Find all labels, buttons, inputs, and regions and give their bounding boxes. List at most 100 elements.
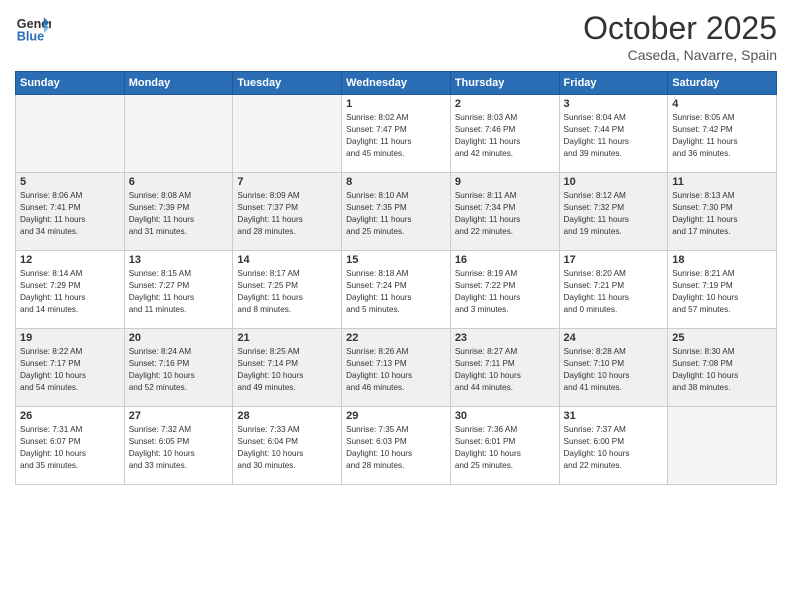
day-info: Sunrise: 8:17 AM Sunset: 7:25 PM Dayligh… xyxy=(237,268,337,316)
day-number: 20 xyxy=(129,332,229,344)
weekday-header-wednesday: Wednesday xyxy=(342,72,451,95)
day-info: Sunrise: 7:35 AM Sunset: 6:03 PM Dayligh… xyxy=(346,424,446,472)
day-info: Sunrise: 8:03 AM Sunset: 7:46 PM Dayligh… xyxy=(455,112,555,160)
day-info: Sunrise: 8:20 AM Sunset: 7:21 PM Dayligh… xyxy=(564,268,664,316)
day-info: Sunrise: 7:31 AM Sunset: 6:07 PM Dayligh… xyxy=(20,424,120,472)
calendar-cell: 15Sunrise: 8:18 AM Sunset: 7:24 PM Dayli… xyxy=(342,251,451,329)
day-info: Sunrise: 8:24 AM Sunset: 7:16 PM Dayligh… xyxy=(129,346,229,394)
week-row-4: 26 Sunrise: 7:31 AM Sunset: 6:07 PM Dayli… xyxy=(16,407,777,485)
day-info: Sunrise: 8:14 AM Sunset: 7:29 PM Dayligh… xyxy=(20,268,120,316)
calendar-cell: 14 Sunrise: 8:17 AM Sunset: 7:25 PM Dayli… xyxy=(233,251,342,329)
svg-text:Blue: Blue xyxy=(17,30,44,44)
day-number: 29 xyxy=(346,410,446,422)
header: General Blue October 2025 Caseda, Navarr… xyxy=(15,10,777,63)
calendar-cell: 8Sunrise: 8:10 AM Sunset: 7:35 PM Daylig… xyxy=(342,173,451,251)
day-number: 7 xyxy=(237,176,337,188)
day-info: Sunrise: 8:12 AM Sunset: 7:32 PM Dayligh… xyxy=(564,190,664,238)
calendar-cell: 28Sunrise: 7:33 AM Sunset: 6:04 PM Dayli… xyxy=(233,407,342,485)
day-info: Sunrise: 7:36 AM Sunset: 6:01 PM Dayligh… xyxy=(455,424,555,472)
day-info: Sunrise: 7:37 AM Sunset: 6:00 PM Dayligh… xyxy=(564,424,664,472)
day-info: Sunrise: 7:32 AM Sunset: 6:05 PM Dayligh… xyxy=(129,424,229,472)
day-number: 12 xyxy=(20,254,120,266)
logo: General Blue xyxy=(15,10,51,46)
day-number: 3 xyxy=(564,98,664,110)
calendar-cell xyxy=(124,95,233,173)
calendar-cell: 26 Sunrise: 7:31 AM Sunset: 6:07 PM Dayli… xyxy=(16,407,125,485)
day-info: Sunrise: 8:25 AM Sunset: 7:14 PM Dayligh… xyxy=(237,346,337,394)
calendar-cell: 19Sunrise: 8:22 AM Sunset: 7:17 PM Dayli… xyxy=(16,329,125,407)
calendar-cell: 22 Sunrise: 8:26 AM Sunset: 7:13 PM Dayli… xyxy=(342,329,451,407)
day-number: 5 xyxy=(20,176,120,188)
day-info: Sunrise: 8:30 AM Sunset: 7:08 PM Dayligh… xyxy=(672,346,772,394)
calendar-cell: 23Sunrise: 8:27 AM Sunset: 7:11 PM Dayli… xyxy=(450,329,559,407)
day-number: 8 xyxy=(346,176,446,188)
day-info: Sunrise: 8:04 AM Sunset: 7:44 PM Dayligh… xyxy=(564,112,664,160)
calendar-cell: 31 Sunrise: 7:37 AM Sunset: 6:00 PM Dayli… xyxy=(559,407,668,485)
day-number: 31 xyxy=(564,410,664,422)
day-number: 1 xyxy=(346,98,446,110)
calendar-table: SundayMondayTuesdayWednesdayThursdayFrid… xyxy=(15,71,777,485)
day-number: 14 xyxy=(237,254,337,266)
week-row-0: 1 Sunrise: 8:02 AM Sunset: 7:47 PM Daylig… xyxy=(16,95,777,173)
calendar-cell xyxy=(233,95,342,173)
weekday-header-saturday: Saturday xyxy=(668,72,777,95)
day-number: 17 xyxy=(564,254,664,266)
day-info: Sunrise: 8:21 AM Sunset: 7:19 PM Dayligh… xyxy=(672,268,772,316)
day-number: 18 xyxy=(672,254,772,266)
calendar-cell: 12 Sunrise: 8:14 AM Sunset: 7:29 PM Dayli… xyxy=(16,251,125,329)
weekday-header-sunday: Sunday xyxy=(16,72,125,95)
calendar-cell xyxy=(668,407,777,485)
weekday-header-thursday: Thursday xyxy=(450,72,559,95)
calendar-cell: 5 Sunrise: 8:06 AM Sunset: 7:41 PM Daylig… xyxy=(16,173,125,251)
calendar-cell: 25 Sunrise: 8:30 AM Sunset: 7:08 PM Dayli… xyxy=(668,329,777,407)
day-info: Sunrise: 8:26 AM Sunset: 7:13 PM Dayligh… xyxy=(346,346,446,394)
weekday-header-friday: Friday xyxy=(559,72,668,95)
day-info: Sunrise: 8:05 AM Sunset: 7:42 PM Dayligh… xyxy=(672,112,772,160)
month-title: October 2025 xyxy=(583,10,777,47)
calendar-cell: 7 Sunrise: 8:09 AM Sunset: 7:37 PM Daylig… xyxy=(233,173,342,251)
day-info: Sunrise: 7:33 AM Sunset: 6:04 PM Dayligh… xyxy=(237,424,337,472)
day-number: 27 xyxy=(129,410,229,422)
day-info: Sunrise: 8:19 AM Sunset: 7:22 PM Dayligh… xyxy=(455,268,555,316)
logo-icon: General Blue xyxy=(15,10,51,46)
day-info: Sunrise: 8:11 AM Sunset: 7:34 PM Dayligh… xyxy=(455,190,555,238)
calendar-cell: 4 Sunrise: 8:05 AM Sunset: 7:42 PM Daylig… xyxy=(668,95,777,173)
week-row-1: 5 Sunrise: 8:06 AM Sunset: 7:41 PM Daylig… xyxy=(16,173,777,251)
day-info: Sunrise: 8:06 AM Sunset: 7:41 PM Dayligh… xyxy=(20,190,120,238)
day-number: 21 xyxy=(237,332,337,344)
weekday-header-row: SundayMondayTuesdayWednesdayThursdayFrid… xyxy=(16,72,777,95)
day-number: 6 xyxy=(129,176,229,188)
day-info: Sunrise: 8:09 AM Sunset: 7:37 PM Dayligh… xyxy=(237,190,337,238)
title-block: October 2025 Caseda, Navarre, Spain xyxy=(583,10,777,63)
day-info: Sunrise: 8:02 AM Sunset: 7:47 PM Dayligh… xyxy=(346,112,446,160)
day-number: 13 xyxy=(129,254,229,266)
calendar-cell: 10Sunrise: 8:12 AM Sunset: 7:32 PM Dayli… xyxy=(559,173,668,251)
day-number: 2 xyxy=(455,98,555,110)
calendar-cell: 24 Sunrise: 8:28 AM Sunset: 7:10 PM Dayli… xyxy=(559,329,668,407)
calendar-cell: 18 Sunrise: 8:21 AM Sunset: 7:19 PM Dayli… xyxy=(668,251,777,329)
day-number: 22 xyxy=(346,332,446,344)
day-number: 4 xyxy=(672,98,772,110)
day-number: 23 xyxy=(455,332,555,344)
day-info: Sunrise: 8:13 AM Sunset: 7:30 PM Dayligh… xyxy=(672,190,772,238)
weekday-header-tuesday: Tuesday xyxy=(233,72,342,95)
day-info: Sunrise: 8:15 AM Sunset: 7:27 PM Dayligh… xyxy=(129,268,229,316)
calendar-cell: 29 Sunrise: 7:35 AM Sunset: 6:03 PM Dayli… xyxy=(342,407,451,485)
day-number: 30 xyxy=(455,410,555,422)
week-row-3: 19Sunrise: 8:22 AM Sunset: 7:17 PM Dayli… xyxy=(16,329,777,407)
weekday-header-monday: Monday xyxy=(124,72,233,95)
calendar-cell: 1 Sunrise: 8:02 AM Sunset: 7:47 PM Daylig… xyxy=(342,95,451,173)
week-row-2: 12 Sunrise: 8:14 AM Sunset: 7:29 PM Dayli… xyxy=(16,251,777,329)
day-info: Sunrise: 8:28 AM Sunset: 7:10 PM Dayligh… xyxy=(564,346,664,394)
day-number: 25 xyxy=(672,332,772,344)
calendar-cell: 16Sunrise: 8:19 AM Sunset: 7:22 PM Dayli… xyxy=(450,251,559,329)
calendar-cell: 30 Sunrise: 7:36 AM Sunset: 6:01 PM Dayli… xyxy=(450,407,559,485)
day-number: 26 xyxy=(20,410,120,422)
calendar-cell xyxy=(16,95,125,173)
calendar-cell: 6Sunrise: 8:08 AM Sunset: 7:39 PM Daylig… xyxy=(124,173,233,251)
day-number: 24 xyxy=(564,332,664,344)
day-info: Sunrise: 8:18 AM Sunset: 7:24 PM Dayligh… xyxy=(346,268,446,316)
calendar-cell: 20 Sunrise: 8:24 AM Sunset: 7:16 PM Dayli… xyxy=(124,329,233,407)
calendar-cell: 21 Sunrise: 8:25 AM Sunset: 7:14 PM Dayli… xyxy=(233,329,342,407)
day-number: 19 xyxy=(20,332,120,344)
